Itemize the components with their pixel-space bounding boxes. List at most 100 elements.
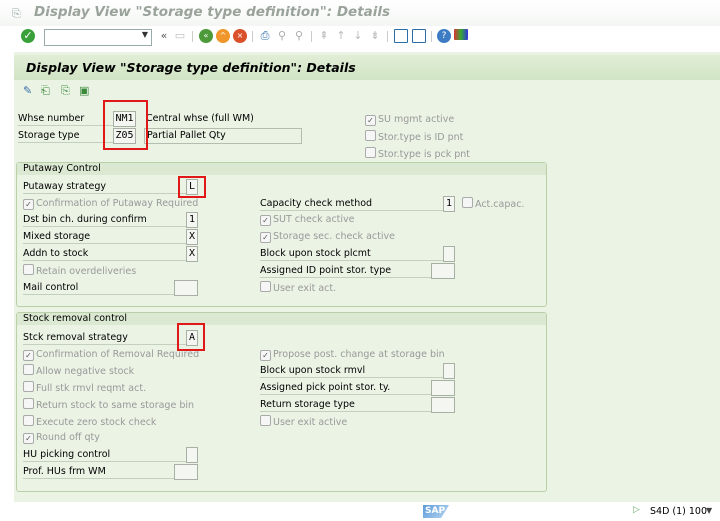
removal-left-3[interactable]: Full stk rmvl reqmt act. <box>23 381 146 394</box>
putaway-right-6[interactable]: User exit act. <box>260 281 336 294</box>
display-change-icon[interactable]: ✎ <box>23 84 32 97</box>
select-entry-icon[interactable]: ▣ <box>79 84 89 97</box>
checkbox-label: Return stock to same storage bin <box>36 400 195 411</box>
checkbox-checked-icon[interactable]: ✓ <box>260 350 271 361</box>
removal-right-5[interactable]: User exit active <box>260 415 347 428</box>
customize-layout-icon[interactable] <box>454 29 468 40</box>
removal-left-8-label: Prof. HUs frm WM <box>23 465 186 479</box>
checkbox-label: Stor.type is pck pnt <box>378 149 471 160</box>
putaway-left-3-label: Mixed storage <box>23 230 186 244</box>
checkbox-label: User exit active <box>273 417 348 428</box>
find-next-icon: ⚲ <box>294 29 304 42</box>
removal-right-2-label: Block upon stock rmvl <box>260 364 443 378</box>
back-icon[interactable]: « <box>199 29 213 43</box>
checkbox-label: Storage sec. check active <box>273 231 395 242</box>
checkbox-label: Confirmation of Putaway Required <box>36 198 199 209</box>
shortcut-icon[interactable] <box>412 29 426 43</box>
checkbox-label: Propose post. change at storage bin <box>273 349 445 360</box>
putaway-left-1[interactable]: ✓ Confirmation of Putaway Required <box>23 197 198 210</box>
checkbox-checked-icon[interactable]: ✓ <box>23 350 34 361</box>
exit-icon[interactable]: ^ <box>216 29 230 43</box>
checkbox-label: Stor.type is ID pnt <box>378 132 464 143</box>
removal-right-3-field[interactable] <box>431 380 455 396</box>
removal-right-1[interactable]: ✓ Propose post. change at storage bin <box>260 348 445 361</box>
checkbox-icon[interactable] <box>365 130 376 141</box>
putaway-right-5-label: Assigned ID point stor. type <box>260 264 443 278</box>
checkbox-0[interactable]: ✓ SU mgmt active <box>365 113 454 126</box>
checkbox-icon[interactable] <box>260 415 271 426</box>
removal-right-2-field[interactable] <box>443 363 455 379</box>
checkbox-1[interactable]: Stor.type is ID pnt <box>365 130 463 143</box>
previous-entry-icon[interactable]: ⎗ <box>41 84 50 98</box>
removal-left-5[interactable]: Execute zero stock check <box>23 415 156 428</box>
whse-number-label: Whse number <box>18 112 113 126</box>
system-toolbar: ✓ ▼ « ▭ « ^ × ⎙ ⚲ ⚲ ⇞ ↑ ↓ ⇟ ? <box>0 27 720 47</box>
putaway-right-1-field[interactable]: 1 <box>443 196 455 212</box>
putaway-control-title: Putaway Control <box>17 163 546 175</box>
putaway-left-0-label: Putaway strategy <box>23 180 186 194</box>
checkbox-label: Confirmation of Removal Required <box>36 349 200 360</box>
chevron-down-icon[interactable]: ▼ <box>142 30 148 39</box>
removal-left-6[interactable]: ✓ Round off qty <box>23 431 100 444</box>
checkbox-checked-icon[interactable]: ✓ <box>23 199 34 210</box>
removal-left-8-field[interactable] <box>174 464 198 480</box>
find-icon: ⚲ <box>277 29 287 42</box>
putaway-right-2[interactable]: ✓ SUT check active <box>260 213 355 226</box>
checkbox-2[interactable]: Stor.type is pck pnt <box>365 147 470 160</box>
checkbox-label: Full stk rmvl reqmt act. <box>36 383 147 394</box>
highlight-box <box>178 176 206 198</box>
checkbox-checked-icon[interactable]: ✓ <box>23 433 34 444</box>
removal-left-0-label: Stck removal strategy <box>23 331 186 345</box>
checkbox-icon[interactable] <box>23 264 34 275</box>
command-field[interactable]: ▼ <box>44 29 152 46</box>
next-page-icon: ↓ <box>353 29 363 42</box>
checkbox-icon[interactable] <box>23 398 34 409</box>
checkbox-checked-icon[interactable]: ✓ <box>260 232 271 243</box>
collapse-icon[interactable]: « <box>157 29 171 43</box>
checkbox-icon[interactable] <box>462 197 473 208</box>
cancel-icon[interactable]: × <box>233 29 247 43</box>
checkbox-icon[interactable] <box>23 415 34 426</box>
chevron-down-icon[interactable]: ▼ <box>706 506 712 515</box>
checkbox-label: Execute zero stock check <box>36 417 157 428</box>
checkbox-icon[interactable] <box>365 147 376 158</box>
putaway-right-1-label: Capacity check method <box>260 197 443 211</box>
checkbox-icon[interactable] <box>23 364 34 375</box>
putaway-left-4-field[interactable]: X <box>186 246 198 262</box>
stock-removal-control-title: Stock removal control <box>17 313 546 325</box>
removal-left-2[interactable]: Allow negative stock <box>23 364 134 377</box>
putaway-left-6-label: Mail control <box>23 281 186 295</box>
save-icon: ▭ <box>174 29 186 42</box>
checkbox-icon[interactable] <box>260 281 271 292</box>
removal-left-7-field[interactable] <box>186 447 198 463</box>
removal-left-1[interactable]: ✓ Confirmation of Removal Required <box>23 348 199 361</box>
putaway-left-3-field[interactable]: X <box>186 229 198 245</box>
menu-icon[interactable]: ⎘ <box>12 7 21 21</box>
putaway-left-4-label: Addn to stock <box>23 247 186 261</box>
next-entry-icon[interactable]: ⎘ <box>61 84 70 98</box>
enter-icon[interactable]: ✓ <box>21 29 35 43</box>
play-icon[interactable]: ▷ <box>633 505 640 515</box>
print-icon[interactable]: ⎙ <box>258 29 272 43</box>
removal-left-4[interactable]: Return stock to same storage bin <box>23 398 194 411</box>
putaway-right-3[interactable]: ✓ Storage sec. check active <box>260 230 395 243</box>
new-session-icon[interactable] <box>394 29 408 43</box>
removal-right-4-field[interactable] <box>431 397 455 413</box>
act-capac-checkbox[interactable]: Act.capac. <box>462 197 524 210</box>
putaway-left-5[interactable]: Retain overdeliveries <box>23 264 136 277</box>
checkbox-checked-icon[interactable]: ✓ <box>365 115 376 126</box>
putaway-right-4-label: Block upon stock plcmt <box>260 247 443 261</box>
previous-page-icon: ↑ <box>336 29 346 42</box>
checkbox-label: Act.capac. <box>475 199 525 210</box>
putaway-right-4-field[interactable] <box>443 246 455 262</box>
checkbox-label: Allow negative stock <box>36 366 135 377</box>
putaway-right-5-field[interactable] <box>431 263 455 279</box>
checkbox-checked-icon[interactable]: ✓ <box>260 215 271 226</box>
help-icon[interactable]: ? <box>437 29 451 43</box>
checkbox-icon[interactable] <box>23 381 34 392</box>
checkbox-label: Retain overdeliveries <box>36 266 137 277</box>
removal-right-4-label: Return storage type <box>260 398 443 412</box>
putaway-left-2-field[interactable]: 1 <box>186 212 198 228</box>
screen-title: Display View "Storage type definition": … <box>26 60 356 75</box>
putaway-left-6-field[interactable] <box>174 280 198 296</box>
